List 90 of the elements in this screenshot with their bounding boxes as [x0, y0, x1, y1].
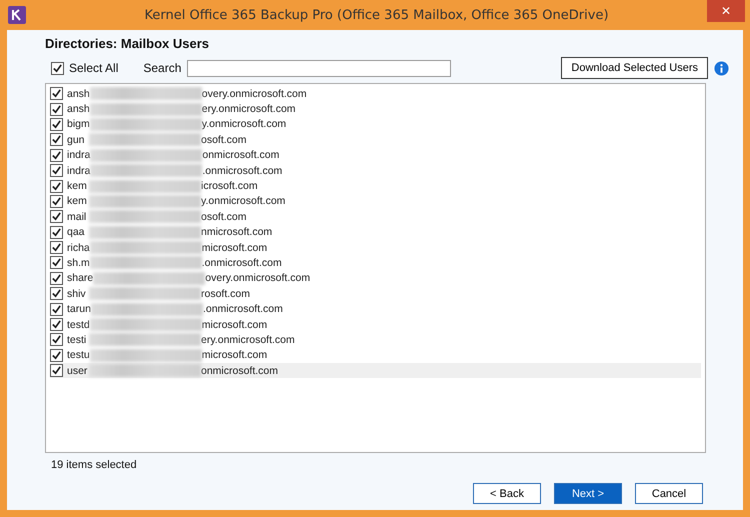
email-start: kem: [67, 180, 88, 192]
checkbox[interactable]: [50, 210, 63, 224]
user-row[interactable]: qaa nmicrosoft.com: [50, 224, 701, 240]
checkbox[interactable]: [50, 333, 63, 346]
email-start: testu: [67, 349, 90, 362]
selection-count: 19 items selected: [51, 459, 138, 471]
email-start: kem: [67, 195, 88, 208]
checkbox[interactable]: [50, 287, 63, 300]
email-end: y.onmicrosoft.com: [201, 195, 286, 208]
email-start: ansh: [67, 103, 90, 116]
wizard-button[interactable]: Cancel: [635, 483, 703, 504]
email-end: rosoft.com: [201, 288, 250, 300]
email-end: microsoft.com: [202, 242, 268, 254]
checkbox[interactable]: [50, 164, 63, 178]
user-row[interactable]: kem y.onmicrosoft.com: [50, 194, 701, 210]
email-end: onmicrosoft.com: [202, 149, 280, 162]
email-end: ery.onmicrosoft.com: [202, 103, 296, 116]
email-end: ery.onmicrosoft.com: [201, 334, 295, 346]
user-row[interactable]: testi ery.onmicrosoft.com: [50, 332, 701, 348]
user-row[interactable]: gun osoft.com: [50, 132, 701, 148]
email-start: share: [67, 272, 94, 284]
checkbox[interactable]: [50, 364, 63, 378]
checkbox[interactable]: [50, 241, 63, 254]
email-start: gun: [67, 134, 86, 146]
select-all-label: Select All: [69, 61, 118, 75]
email-start: tarun: [67, 303, 91, 316]
email-start: bigm: [67, 118, 90, 130]
checkbox[interactable]: [51, 62, 64, 74]
checkbox[interactable]: [50, 256, 63, 270]
checkbox[interactable]: [50, 180, 63, 193]
user-row[interactable]: testd microsoft.com: [50, 316, 701, 332]
email-end: y.onmicrosoft.com: [202, 118, 286, 130]
email-end: .onmicrosoft.com: [202, 303, 283, 316]
email-start: testi: [67, 334, 88, 346]
email-end: .onmicrosoft.com: [202, 256, 282, 269]
search-field[interactable]: [187, 60, 452, 76]
wizard-button[interactable]: < Back: [473, 483, 541, 504]
checkbox[interactable]: [50, 148, 63, 162]
email-end: osoft.com: [201, 210, 247, 223]
checkbox[interactable]: [50, 272, 63, 285]
user-row[interactable]: indra .onmicrosoft.com: [50, 162, 701, 178]
user-row[interactable]: share overy.onmicrosoft.com: [50, 270, 701, 286]
email-start: richa: [67, 242, 90, 254]
user-row[interactable]: kem icrosoft.com: [50, 178, 701, 194]
user-row[interactable]: ansh overy.onmicrosoft.com: [50, 86, 701, 102]
email-end: overy.onmicrosoft.com: [205, 272, 310, 284]
checkbox[interactable]: [50, 348, 63, 362]
user-row[interactable]: bigm y.onmicrosoft.com: [50, 116, 701, 132]
download-selected-users-button[interactable]: Download Selected Users: [561, 57, 708, 79]
user-row[interactable]: ansh ery.onmicrosoft.com: [50, 101, 701, 117]
email-end: osoft.com: [201, 134, 247, 146]
email-start: testd: [67, 318, 90, 331]
checkbox[interactable]: [50, 194, 63, 208]
section-heading: Directories: Mailbox Users: [45, 36, 210, 51]
checkbox[interactable]: [50, 318, 63, 332]
window-title: Kernel Office 365 Backup Pro (Office 365 Mailbox, Office 365 OneDrive): [143, 8, 610, 22]
checkbox[interactable]: [50, 226, 63, 239]
email-start: indra: [67, 149, 90, 162]
user-row[interactable]: shiv rosoft.com: [50, 286, 701, 302]
email-end: microsoft.com: [202, 318, 268, 331]
checkbox[interactable]: [50, 87, 63, 100]
checkbox[interactable]: [50, 118, 63, 131]
close-button[interactable]: ✕: [707, 0, 745, 22]
email-start: shiv: [67, 288, 87, 300]
user-row[interactable]: mail osoft.com: [50, 209, 701, 225]
email-end: overy.onmicrosoft.com: [202, 88, 307, 100]
email-start: indra: [67, 164, 90, 177]
email-start: mail: [67, 210, 88, 223]
email-end: onmicrosoft.com: [201, 364, 278, 377]
checkbox[interactable]: [50, 302, 63, 316]
user-row[interactable]: testu microsoft.com: [50, 348, 701, 364]
email-end: icrosoft.com: [201, 180, 258, 192]
email-end: nmicrosoft.com: [201, 226, 272, 238]
email-start: user: [67, 364, 88, 377]
checkbox[interactable]: [50, 133, 63, 146]
checkbox[interactable]: [50, 102, 63, 116]
app-logo-icon: [8, 6, 26, 24]
email-end: .onmicrosoft.com: [202, 164, 282, 177]
email-end: microsoft.com: [202, 349, 268, 362]
user-row[interactable]: richa microsoft.com: [50, 240, 701, 256]
search-label: Search: [143, 61, 182, 75]
email-start: sh.m: [67, 256, 90, 269]
user-row[interactable]: sh.m .onmicrosoft.com: [50, 255, 701, 271]
email-start: ansh: [67, 88, 90, 100]
user-row[interactable]: tarun .onmicrosoft.com: [50, 301, 701, 317]
email-start: qaa: [67, 226, 86, 238]
user-row[interactable]: indra onmicrosoft.com: [50, 148, 701, 163]
user-row[interactable]: user onmicrosoft.com: [50, 363, 701, 378]
wizard-button[interactable]: Next >: [554, 483, 622, 504]
info-icon[interactable]: [714, 60, 729, 76]
